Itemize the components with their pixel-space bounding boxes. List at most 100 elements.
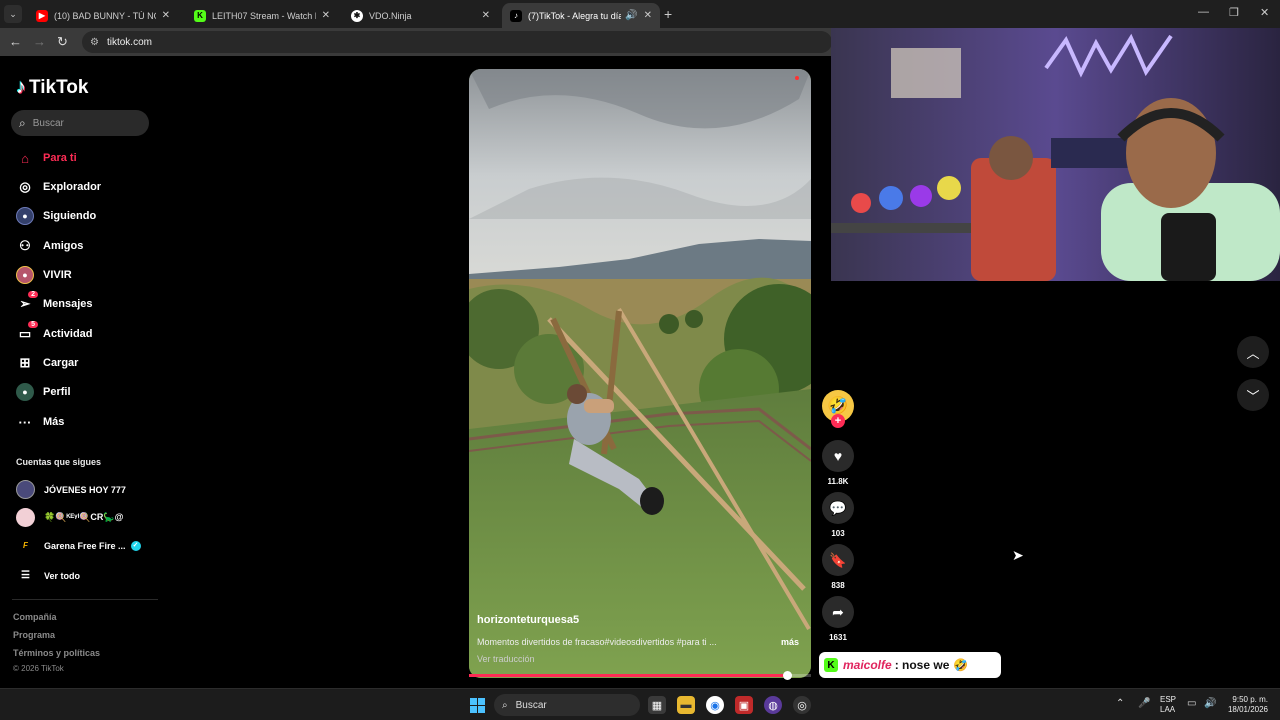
close-icon[interactable]: ✕ [322, 10, 330, 21]
nav-item-siguiendo[interactable]: ● Siguiendo [16, 207, 96, 225]
garena-logo-icon: F [16, 536, 35, 555]
nav-item-cargar[interactable]: ⊞ Cargar [16, 354, 79, 372]
tab-tiktok[interactable]: ♪ (7)TikTok - Alegra tu día 🔊 ✕ [502, 3, 660, 28]
send-icon: ➢ 2 [16, 291, 38, 313]
nav-item-mensajes[interactable]: ➢ 2 Mensajes [16, 291, 93, 313]
progress-fill [469, 674, 788, 677]
follow-plus-button[interactable]: + [831, 414, 845, 428]
progress-handle[interactable] [783, 671, 793, 680]
nav-item-perfil[interactable]: ● Perfil [16, 383, 71, 401]
nav-label: Más [43, 416, 65, 428]
nav-label: VIVIR [43, 269, 72, 281]
taskbar-search[interactable]: ⌕ Buscar [494, 694, 640, 716]
app-icon[interactable]: ◍ [764, 696, 782, 714]
nav-item-para-ti[interactable]: ⌂ Para ti [16, 149, 77, 167]
comment-count: 103 [831, 529, 845, 538]
minimize-button[interactable]: — [1198, 6, 1209, 18]
footer-link-program[interactable]: Programa [13, 630, 55, 640]
search-icon: ⌕ [502, 699, 508, 711]
following-avatar-icon: ● [16, 207, 34, 225]
previous-video-button[interactable]: ︿ [1237, 336, 1269, 368]
system-clock[interactable]: 9:50 p. m. 18/01/2026 [1222, 695, 1268, 715]
network-icon[interactable]: ▭ [1187, 698, 1196, 709]
video-description: Momentos divertidos de fracaso#videosdiv… [477, 637, 717, 647]
tiktok-icon: ♪ [16, 76, 26, 98]
more-icon: ··· [18, 414, 32, 430]
footer-link-terms[interactable]: Términos y políticas [13, 648, 100, 658]
clock-time: 9:50 p. m. [1232, 695, 1268, 704]
app-icon[interactable]: ▣ [735, 696, 753, 714]
video-frame [469, 69, 811, 678]
back-button[interactable]: ← [9, 34, 22, 49]
search-icon: ⌕ [19, 115, 26, 130]
nav-label: Perfil [43, 386, 71, 398]
following-item[interactable]: 🍀🍭ᴷᴱᵞᴵ🍭CR🦕@ [16, 508, 123, 527]
nav-item-amigos[interactable]: ⚇ Amigos [16, 237, 83, 255]
compass-icon: ◎ [19, 179, 31, 194]
nav-item-mas[interactable]: ··· Más [16, 413, 65, 431]
taskbar-search-placeholder: Buscar [515, 699, 547, 711]
obs-icon[interactable]: ◎ [793, 696, 811, 714]
reload-button[interactable]: ↻ [57, 34, 68, 50]
bookmark-icon: 🔖 [829, 551, 847, 568]
list-icon: ☰ [21, 570, 30, 581]
tab-kick[interactable]: K LEITH07 Stream - Watch Live o ✕ [186, 3, 338, 28]
bookmark-count: 838 [831, 581, 845, 590]
tab-search-dropdown[interactable]: ⌄ [4, 5, 22, 23]
live-indicator-dot [795, 76, 799, 80]
widgets-icon[interactable]: ▦ [648, 696, 666, 714]
translate-link[interactable]: Ver traducción [477, 654, 535, 664]
nav-item-actividad[interactable]: ▭ 5 Actividad [16, 321, 93, 343]
chrome-icon[interactable]: ◉ [706, 696, 724, 714]
speaker-icon[interactable]: 🔊 [625, 10, 637, 21]
share-icon: ➦ [832, 603, 844, 620]
sidebar-divider [12, 599, 158, 600]
forward-button[interactable]: → [33, 34, 46, 49]
logo-text: TikTok [29, 76, 89, 98]
video-player[interactable] [469, 69, 811, 678]
close-icon[interactable]: ✕ [644, 10, 652, 21]
new-tab-button[interactable]: + [664, 6, 672, 22]
nav-label: Actividad [43, 328, 93, 340]
video-author[interactable]: horizonteturquesa5 [477, 614, 579, 626]
more-button[interactable]: más [781, 637, 799, 647]
close-window-button[interactable]: ✕ [1260, 6, 1269, 19]
start-button[interactable] [470, 698, 485, 718]
volume-icon[interactable]: 🔊 [1204, 698, 1216, 709]
site-info-icon[interactable]: ⚙ [90, 37, 99, 48]
tab-youtube[interactable]: ▶ (10) BAD BUNNY - TÚ NO METI ✕ [28, 3, 178, 28]
share-button[interactable]: ➦ [822, 596, 854, 628]
verified-badge-icon: ✓ [130, 540, 141, 551]
bookmark-button[interactable]: 🔖 [822, 544, 854, 576]
following-item[interactable]: F Garena Free Fire ... ✓ [16, 536, 141, 555]
video-progress-bar[interactable] [469, 671, 811, 680]
search-input[interactable]: ⌕ Buscar [11, 110, 149, 136]
like-count: 11.8K [827, 477, 849, 486]
next-video-button[interactable]: ﹀ [1237, 379, 1269, 411]
nav-item-vivir[interactable]: ● VIVIR [16, 266, 72, 284]
comment-icon: 💬 [829, 499, 847, 516]
nav-item-explorador[interactable]: ◎ Explorador [16, 178, 101, 196]
file-explorer-icon[interactable]: ▬ [677, 696, 695, 714]
url-field[interactable]: ⚙ tiktok.com [82, 31, 832, 53]
tab-label: (7)TikTok - Alegra tu día [528, 10, 622, 21]
avatar [16, 508, 35, 527]
footer-link-company[interactable]: Compañía [13, 612, 57, 622]
see-all-link[interactable]: ☰ Ver todo [16, 566, 80, 585]
tiktok-logo[interactable]: ♪ TikTok [16, 76, 88, 99]
comment-button[interactable]: 💬 [822, 492, 854, 524]
message-count-badge: 2 [28, 291, 38, 298]
tab-vdo-ninja[interactable]: ✱ VDO.Ninja ✕ [343, 3, 498, 28]
chat-username: maicolfe [843, 658, 892, 672]
language-indicator[interactable]: ESP LAA [1160, 695, 1176, 715]
microphone-icon[interactable]: 🎤 [1138, 698, 1150, 709]
following-item[interactable]: JÓVENES HOY 777 [16, 480, 126, 499]
restore-button[interactable]: ❐ [1229, 6, 1239, 19]
like-button[interactable]: ♥ [822, 440, 854, 472]
nav-label: Cargar [43, 357, 79, 369]
close-icon[interactable]: ✕ [162, 10, 170, 21]
browser-tab-bar: ⌄ ▶ (10) BAD BUNNY - TÚ NO METI ✕ K LEIT… [0, 0, 1280, 28]
kick-icon: K [194, 9, 206, 22]
close-icon[interactable]: ✕ [482, 10, 490, 21]
chevron-up-icon[interactable]: ⌃ [1116, 698, 1124, 709]
